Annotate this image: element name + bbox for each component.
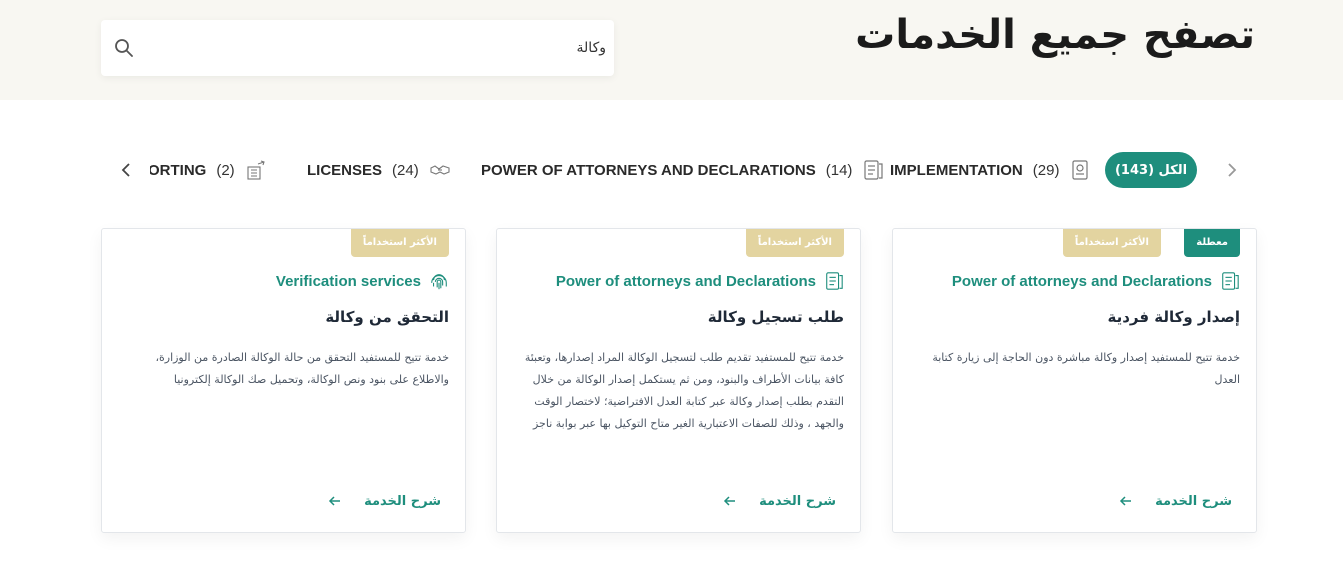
disabled-badge: معطلة: [1184, 229, 1240, 257]
service-details-link[interactable]: شرح الخدمة: [723, 491, 836, 511]
tab-licenses[interactable]: LICENSES (24): [307, 152, 451, 188]
category-tabs: الكل (143) IMPLEMENTATION (29) POWER OF …: [150, 148, 1202, 194]
building-arrows-icon: [247, 160, 265, 180]
card-title: التحقق من وكالة: [325, 308, 449, 326]
card-title: طلب تسجيل وكالة: [707, 308, 844, 326]
card-description: خدمة تتيح للمستفيد إصدار وكالة مباشرة دو…: [932, 351, 1240, 386]
badge-document-icon: [1072, 160, 1089, 180]
tab-porting[interactable]: PORTING (2): [150, 152, 267, 188]
card-category: Power of attorneys and Declarations: [952, 269, 1240, 293]
search-input[interactable]: [151, 20, 606, 76]
card-category-label: Power of attorneys and Declarations: [555, 272, 816, 290]
arrow-left-icon: [724, 496, 736, 506]
most-used-badge: الأكثر استخداماً: [745, 229, 844, 257]
service-details-link[interactable]: شرح الخدمة: [1119, 491, 1232, 511]
card-description: خدمة تتيح للمستفيد تقديم طلب لتسجيل الوك…: [524, 351, 844, 430]
handshake-icon: [430, 165, 450, 175]
page-title: تصفح جميع الخدمات: [855, 12, 1255, 58]
tab-label: IMPLEMENTATION: [890, 161, 1023, 179]
fingerprint-icon: [431, 274, 447, 290]
tab-count: (2): [216, 161, 235, 179]
service-details-link[interactable]: شرح الخدمة: [328, 491, 441, 511]
tab-power-of-attorneys[interactable]: POWER OF ATTORNEYS AND DECLARATIONS (14): [481, 152, 884, 188]
card-category: Verification services: [276, 269, 449, 293]
card-category: Power of attorneys and Declarations: [556, 269, 844, 293]
tab-label: PORTING: [150, 161, 207, 179]
tab-label: POWER OF ATTORNEYS AND DECLARATIONS: [481, 161, 816, 179]
service-card[interactable]: معطلة الأكثر استخداماً Power of attorney…: [892, 228, 1257, 533]
card-category-label: Power of attorneys and Declarations: [951, 272, 1212, 290]
arrow-left-icon: [329, 496, 341, 506]
service-details-label: شرح الخدمة: [1155, 493, 1232, 509]
tabs-prev-arrow-icon[interactable]: [1221, 160, 1241, 180]
service-details-label: شرح الخدمة: [759, 493, 836, 509]
most-used-badge: الأكثر استخداماً: [350, 229, 449, 257]
search-icon[interactable]: [114, 38, 134, 58]
arrow-left-icon: [1120, 496, 1132, 506]
tabs-next-arrow-icon[interactable]: [117, 160, 137, 180]
service-card[interactable]: الأكثر استخداماً Power of attorneys and …: [496, 228, 861, 533]
card-title: إصدار وكالة فردية: [1107, 308, 1240, 326]
tab-implementation[interactable]: IMPLEMENTATION (29): [890, 152, 1091, 188]
card-description: خدمة تتيح للمستفيد التحقق من حالة الوكال…: [155, 351, 449, 386]
tab-all[interactable]: الكل (143): [1105, 152, 1197, 188]
tab-count: (24): [392, 161, 419, 179]
service-card[interactable]: الأكثر استخداماً Verification services ا…: [101, 228, 466, 533]
tab-label: LICENSES: [307, 161, 383, 179]
tab-count: (29): [1032, 161, 1060, 179]
tab-all-label: الكل (143): [1114, 162, 1188, 178]
tab-count: (14): [825, 161, 853, 179]
search-box[interactable]: [101, 20, 614, 76]
page-header: تصفح جميع الخدمات: [0, 0, 1343, 100]
document-lines-icon: [864, 160, 884, 180]
document-lines-icon: [826, 272, 843, 290]
document-lines-icon: [1222, 272, 1239, 290]
card-category-label: Verification services: [275, 272, 421, 290]
most-used-badge: الأكثر استخداماً: [1062, 229, 1161, 257]
service-details-label: شرح الخدمة: [364, 493, 441, 509]
